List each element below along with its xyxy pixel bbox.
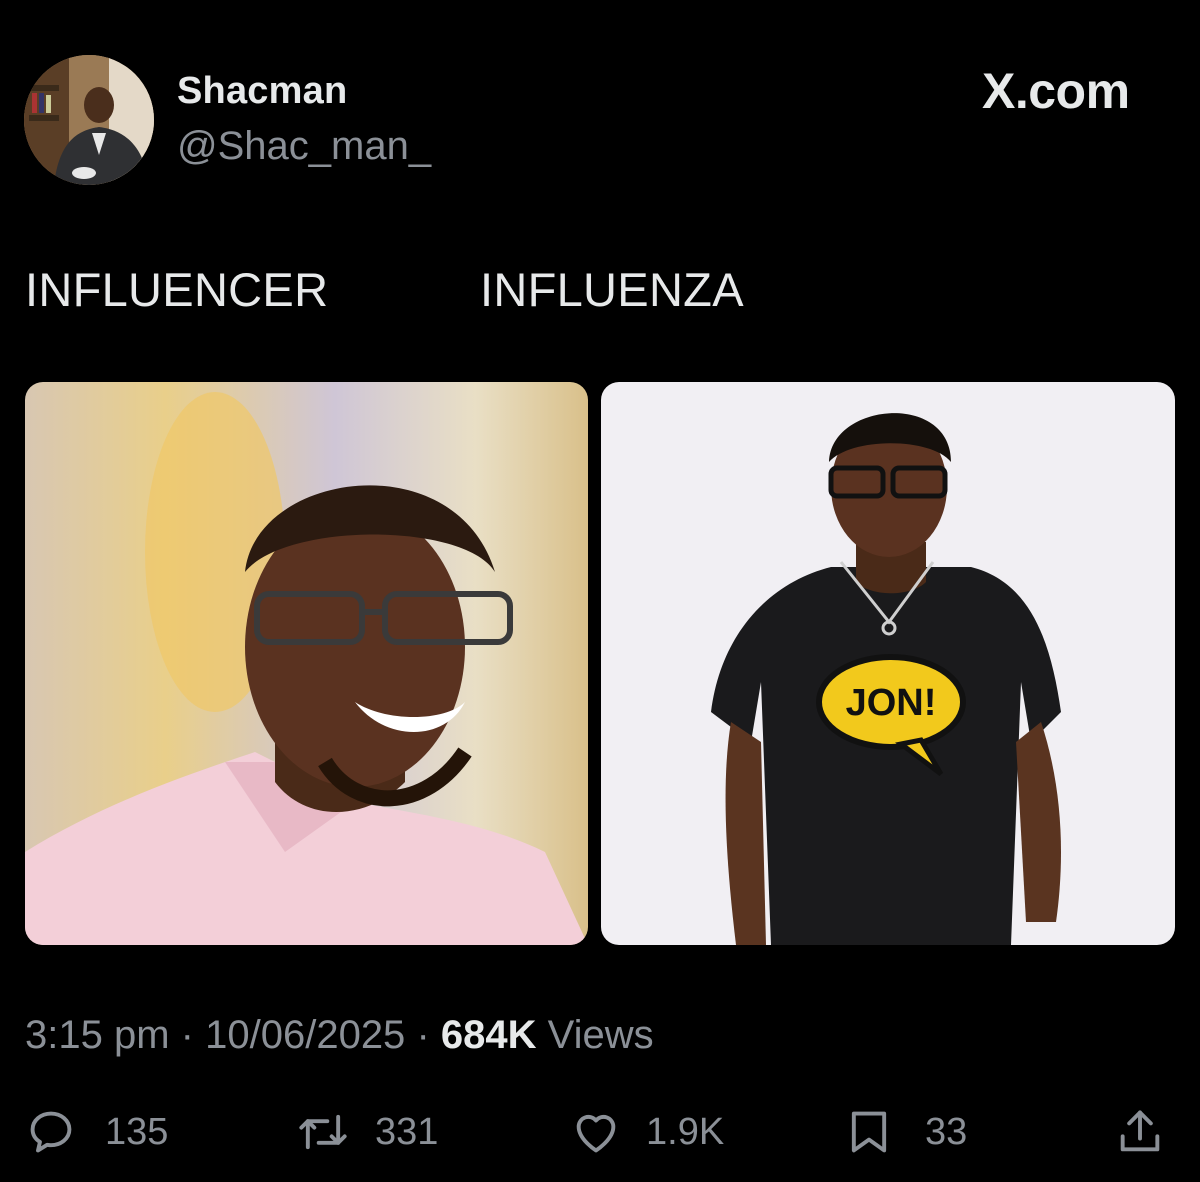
post-date[interactable]: 10/06/2025 [205, 1013, 405, 1057]
reply-icon [30, 1111, 72, 1153]
reply-button[interactable]: 135 [25, 1102, 168, 1162]
share-button[interactable] [1114, 1102, 1166, 1162]
meta-separator: · [416, 1013, 430, 1057]
post-image-right[interactable]: JON! [601, 382, 1175, 945]
photo-smiling-man-pink-shirt [25, 382, 588, 945]
bookmark-count: 33 [925, 1110, 968, 1153]
bookmark-button[interactable]: 33 [843, 1102, 967, 1162]
repost-icon [299, 1114, 347, 1150]
views-count: 684K [440, 1013, 537, 1057]
share-icon [1120, 1110, 1160, 1152]
caption-left: INFLUENCER [25, 263, 329, 316]
caption-right: INFLUENZA [480, 263, 744, 316]
post-meta: 3:15 pm · 10/06/2025 · 684K Views [25, 1013, 654, 1058]
author-display-name[interactable]: Shacman [177, 70, 347, 113]
x-com-watermark: X.com [982, 63, 1130, 119]
avatar-photo [24, 55, 154, 185]
post-image-left[interactable] [25, 382, 588, 945]
reply-count: 135 [105, 1110, 169, 1153]
like-count: 1.9K [646, 1110, 725, 1153]
heart-icon [576, 1114, 616, 1153]
photo-man-black-tshirt-jon-logo: JON! [601, 382, 1175, 945]
repost-count: 331 [375, 1110, 439, 1153]
author-avatar[interactable] [24, 55, 154, 185]
repost-button[interactable]: 331 [297, 1102, 438, 1162]
author-handle[interactable]: @Shac_man_ [177, 124, 431, 169]
like-button[interactable]: 1.9K [570, 1102, 724, 1162]
meta-separator: · [180, 1013, 194, 1057]
views-label: Views [547, 1013, 654, 1057]
bookmark-icon [851, 1111, 887, 1153]
jon-logo-text: JON! [846, 682, 937, 724]
post-time[interactable]: 3:15 pm [25, 1013, 170, 1057]
